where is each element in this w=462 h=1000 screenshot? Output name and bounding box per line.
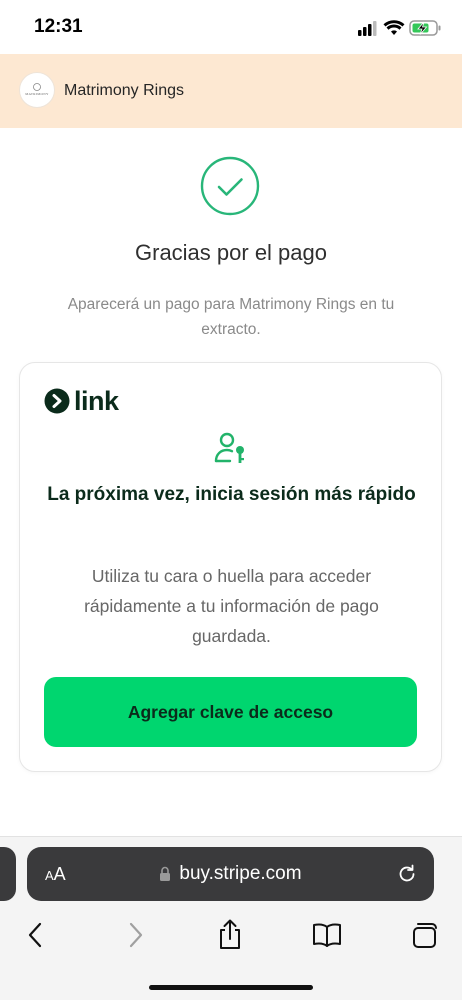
- card-body: Utiliza tu cara o huella para acceder rá…: [84, 566, 379, 646]
- aa-large-label: A: [53, 864, 66, 884]
- browser-bar: buy.stripe.com AA: [0, 836, 462, 1000]
- reload-icon[interactable]: [396, 863, 418, 885]
- lock-icon: [160, 866, 171, 881]
- merchant-name: Matrimony Rings: [64, 82, 185, 99]
- book-icon: [313, 923, 341, 947]
- wifi-icon: [383, 20, 405, 35]
- merchant-logo: MATRIMONY: [19, 72, 55, 108]
- previous-tab-stub[interactable]: [0, 847, 16, 901]
- add-passkey-button[interactable]: Agregar clave de acceso: [44, 677, 417, 747]
- back-button[interactable]: [16, 915, 56, 955]
- link-brand-text: link: [74, 386, 119, 416]
- forward-button[interactable]: [115, 915, 155, 955]
- home-indicator: [149, 985, 313, 990]
- merchant-header: MATRIMONY Matrimony Rings: [0, 54, 462, 128]
- share-button[interactable]: [210, 915, 250, 955]
- link-arrow-icon: [44, 388, 70, 414]
- merchant-logo-text: MATRIMONY: [25, 92, 49, 96]
- chevron-right-icon: [129, 922, 143, 948]
- page-settings-button[interactable]: AA: [45, 864, 66, 885]
- bookmarks-button[interactable]: [307, 915, 347, 955]
- status-icons: [358, 18, 444, 38]
- tabs-icon: [413, 923, 437, 948]
- user-key-icon: [213, 431, 249, 467]
- address-bar[interactable]: buy.stripe.com AA: [27, 847, 434, 901]
- url-text[interactable]: buy.stripe.com: [179, 863, 301, 885]
- page-title: Gracias por el pago: [135, 240, 327, 265]
- card-heading: La próxima vez, inicia sesión más rápido: [47, 484, 416, 505]
- page-subtitle: Aparecerá un pago para Matrimony Rings e…: [67, 296, 395, 338]
- status-time: 12:31: [34, 16, 83, 37]
- chevron-left-icon: [28, 922, 42, 948]
- tabs-button[interactable]: [405, 915, 445, 955]
- battery-charging-icon: [409, 20, 441, 36]
- browser-toolbar: [0, 915, 462, 955]
- share-icon: [220, 919, 240, 949]
- link-card: link La próxima vez, inicia sesión más r…: [19, 362, 442, 772]
- cellular-signal-icon: [358, 21, 377, 36]
- checkmark-circle-icon: [200, 156, 260, 216]
- url-wrap[interactable]: buy.stripe.com: [27, 847, 434, 901]
- link-logo: link: [44, 387, 119, 415]
- status-bar: 12:31: [0, 0, 462, 54]
- aa-small-label: A: [45, 868, 54, 883]
